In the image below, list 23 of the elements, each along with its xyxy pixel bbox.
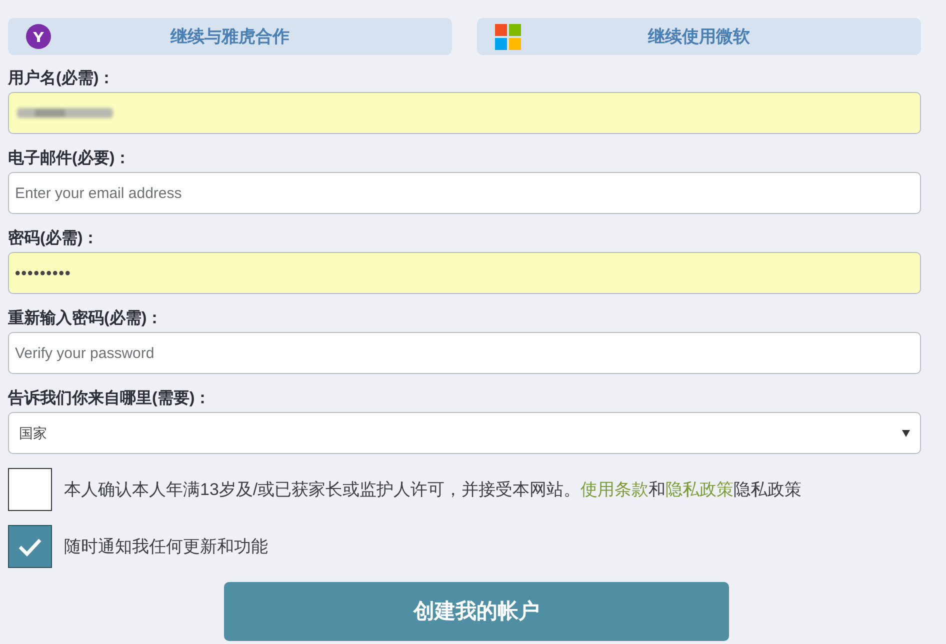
caret-icon (902, 430, 910, 436)
yahoo-logo-icon (26, 24, 51, 49)
country-select[interactable]: 国家 (8, 412, 921, 454)
windows-logo-icon (495, 24, 521, 50)
checkbox[interactable] (8, 525, 52, 568)
field-label: 重新输入密码(必需)： (8, 309, 164, 329)
checkbox[interactable] (8, 468, 52, 511)
link[interactable]: 使用条款 (580, 480, 649, 499)
link[interactable]: 隐私政策 (666, 480, 734, 499)
field-label: 密码(必需)： (8, 229, 100, 249)
create-account-button[interactable]: 创建我的帐户 (224, 582, 729, 641)
field-label: 告诉我们你来自哪里(需要)： (8, 389, 212, 409)
field-label: 电子邮件(必要)： (8, 149, 132, 169)
input-field[interactable] (8, 92, 921, 134)
sign-in-button[interactable]: 继续与雅虎合作 (8, 18, 452, 55)
consent-text: 随时通知我任何更新和功能 (64, 536, 268, 558)
input-field[interactable]: Enter your email address (8, 172, 921, 214)
input-field[interactable]: ••••••••• (8, 252, 921, 294)
consent-text: 本人确认本人年满13岁及/或已获家长或监护人许可，并接受本网站。使用条款和隐私政策隐私政策 (64, 478, 802, 501)
checkmark-icon (17, 536, 43, 556)
field-label: 用户名(必需)： (8, 69, 116, 89)
sign-in-button[interactable]: 继续使用微软 (477, 18, 921, 55)
input-field[interactable]: Verify your password (8, 332, 921, 374)
